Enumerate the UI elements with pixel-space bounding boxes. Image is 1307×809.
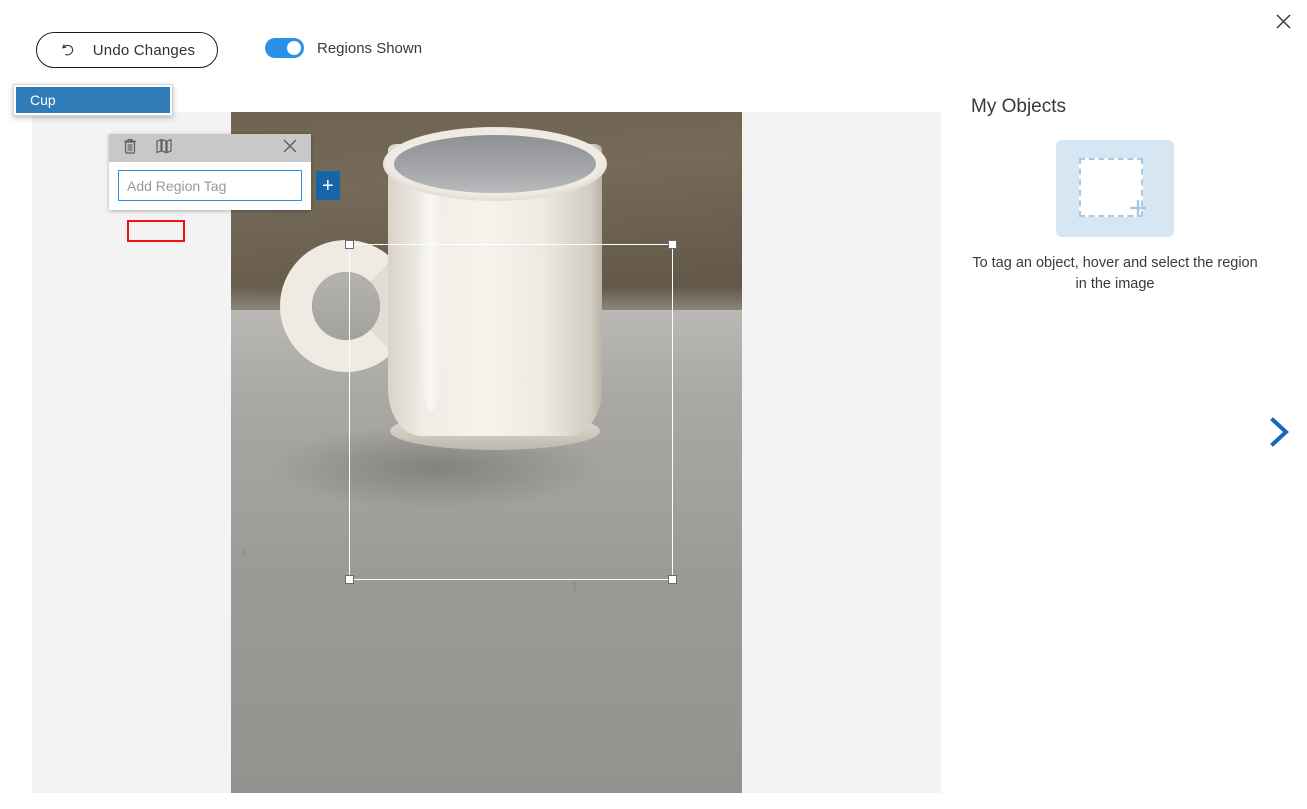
trash-icon [123, 138, 137, 159]
my-objects-hint: To tag an object, hover and select the r… [972, 255, 1258, 293]
next-image-button[interactable] [1262, 415, 1296, 449]
add-region-tag-row: + [118, 170, 340, 201]
copy-regions-icon [155, 138, 173, 159]
region-selection-box[interactable] [345, 240, 677, 584]
resize-handle-bottom-left[interactable] [345, 575, 354, 584]
close-region-popup-button[interactable] [277, 135, 303, 161]
resize-handle-top-right[interactable] [668, 240, 677, 249]
region-tag-option-cup[interactable]: Cup [16, 87, 170, 113]
image-canvas[interactable] [32, 112, 941, 793]
region-tag-popup-body: + [109, 162, 340, 210]
region-tag-popup: + [109, 134, 340, 210]
undo-changes-label: Undo Changes [92, 41, 196, 59]
undo-changes-button[interactable]: Undo Changes [36, 32, 218, 68]
resize-handle-bottom-right[interactable] [668, 575, 677, 584]
mug-interior [394, 135, 596, 193]
resize-handle-top-left[interactable] [345, 240, 354, 249]
chevron-right-icon [1262, 417, 1296, 453]
add-region-tag-input[interactable] [119, 171, 316, 200]
delete-region-button[interactable] [117, 135, 143, 161]
photo-speck [573, 582, 576, 591]
region-tag-suggestion-list[interactable]: Cup [13, 84, 173, 116]
add-object-placeholder[interactable] [1056, 140, 1174, 237]
regions-shown-toggle[interactable] [265, 38, 304, 58]
copy-regions-button[interactable] [151, 135, 177, 161]
undo-arrow-icon [59, 41, 77, 59]
add-region-tag-button[interactable]: + [316, 171, 340, 200]
region-tag-popup-header [109, 134, 311, 162]
my-objects-title: My Objects [971, 96, 1067, 117]
top-toolbar: Undo Changes Regions Shown [0, 0, 1307, 100]
tagging-editor-window: Undo Changes Regions Shown Add Region Ta… [0, 0, 1307, 809]
regions-shown-toggle-group[interactable]: Regions Shown [265, 38, 422, 58]
regions-shown-label: Regions Shown [317, 39, 423, 57]
toggle-knob [287, 41, 301, 55]
plus-icon [1127, 197, 1149, 219]
close-icon [283, 139, 297, 158]
photo-speck [243, 550, 246, 556]
my-objects-panel: My Objects To tag an object, hover and s… [965, 96, 1265, 295]
